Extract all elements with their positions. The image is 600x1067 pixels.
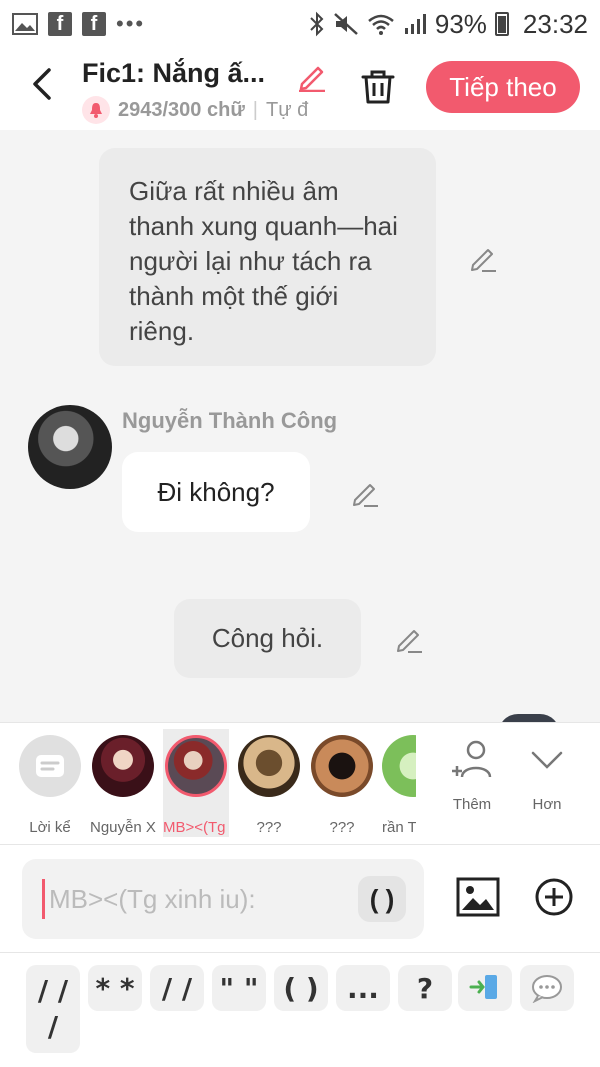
symbol-button[interactable]: * *	[88, 965, 142, 1011]
facebook-icon: f	[48, 12, 72, 36]
chat-bubble-icon	[532, 975, 562, 1003]
more-dots-icon: •••	[116, 11, 146, 36]
story-title[interactable]: Fic1: Nắng ấ...	[82, 58, 265, 89]
editor-header: Fic1: Nắng ấ... 2943/300 chữ | Tự đ Tiếp…	[0, 48, 600, 130]
add-button[interactable]	[532, 875, 576, 919]
character-narrator[interactable]: Lời kể	[17, 735, 83, 836]
chevron-down-icon	[531, 751, 563, 769]
narration-bubble[interactable]: Công hỏi.	[174, 599, 361, 678]
chat-bubble-button[interactable]	[520, 965, 574, 1011]
edit-message-button[interactable]	[466, 241, 500, 275]
add-person-icon	[452, 740, 492, 778]
symbol-button[interactable]: ?	[398, 965, 452, 1011]
character-item[interactable]: ???	[236, 735, 302, 836]
status-bar: f f ••• 93% 23:32	[0, 0, 600, 48]
pencil-icon	[397, 630, 422, 653]
narration-bubble[interactable]: Giữa rất nhiều âm thanh xung quanh—hai n…	[99, 148, 436, 366]
facebook-icon: f	[82, 12, 106, 36]
pencil-icon	[299, 66, 325, 92]
character-item[interactable]: Nguyễn X...	[90, 735, 156, 836]
silhouette-avatar	[238, 735, 300, 797]
edit-message-button[interactable]	[392, 622, 426, 656]
story-subtitle: 2943/300 chữ | Tự đ	[82, 96, 330, 124]
bell-icon	[82, 96, 110, 124]
character-selector: Lời kể Nguyễn X... MB><(Tg x... ??? ??? …	[0, 722, 600, 844]
signal-icon	[403, 13, 427, 35]
character-label: Lời kể	[29, 819, 71, 836]
message-input-container: ( )	[22, 859, 424, 939]
delete-button[interactable]	[358, 66, 398, 108]
battery-icon	[494, 12, 509, 36]
pencil-icon	[471, 249, 496, 272]
silhouette-avatar	[311, 735, 373, 797]
message-bubble[interactable]: Đi không?	[122, 452, 310, 532]
avatar[interactable]	[28, 405, 112, 489]
more-button[interactable]: Hơn	[517, 739, 577, 813]
sender-name: Nguyễn Thành Công	[122, 408, 338, 433]
image-icon	[456, 877, 500, 917]
character-label: rần T	[382, 819, 416, 836]
trash-icon	[361, 70, 395, 104]
character-label: ???	[329, 819, 355, 836]
symbol-shortcuts: / / / * * / / " " ( ) ... ?	[0, 952, 600, 1067]
clock: 23:32	[522, 8, 588, 39]
plus-circle-icon	[535, 878, 573, 916]
edit-message-button[interactable]	[348, 476, 382, 510]
character-label: ???	[256, 819, 282, 836]
mute-icon	[333, 12, 359, 36]
symbol-button[interactable]: ...	[336, 965, 390, 1011]
message-input[interactable]	[42, 879, 352, 919]
edit-title-button[interactable]	[292, 56, 332, 96]
subtitle-extra: Tự đ	[266, 98, 309, 121]
next-button[interactable]: Tiếp theo	[426, 61, 580, 113]
pencil-icon	[353, 484, 378, 507]
chevron-left-icon	[33, 68, 51, 100]
avatar	[382, 735, 416, 797]
add-character-button[interactable]: Thêm	[442, 739, 502, 813]
gallery-icon	[12, 13, 38, 35]
parenthesis-button[interactable]: ( )	[358, 876, 406, 922]
phone-arrow-icon	[469, 975, 497, 999]
symbol-button[interactable]: / /	[150, 965, 204, 1011]
insert-image-button[interactable]	[454, 873, 502, 921]
word-count: 2943/300 chữ	[118, 98, 245, 121]
character-item[interactable]: rần T	[382, 735, 416, 836]
avatar	[165, 735, 227, 797]
switch-device-button[interactable]	[458, 965, 512, 1011]
more-label: Hơn	[532, 796, 562, 813]
symbol-button[interactable]: / / /	[26, 965, 80, 1053]
narrator-icon	[19, 735, 81, 797]
character-label: Nguyễn X...	[90, 819, 156, 836]
wifi-icon	[367, 13, 395, 35]
add-label: Thêm	[452, 796, 492, 813]
bluetooth-icon	[309, 11, 325, 37]
avatar	[92, 735, 154, 797]
symbol-button[interactable]: " "	[212, 965, 266, 1011]
character-item[interactable]: ???	[309, 735, 375, 836]
battery-percent: 93%	[434, 8, 487, 39]
character-label: MB><(Tg x...	[163, 819, 229, 836]
back-button[interactable]	[22, 62, 62, 106]
character-item-selected[interactable]: MB><(Tg x...	[163, 729, 229, 837]
symbol-button[interactable]: ( )	[274, 965, 328, 1011]
compose-bar: ( )	[0, 844, 600, 952]
